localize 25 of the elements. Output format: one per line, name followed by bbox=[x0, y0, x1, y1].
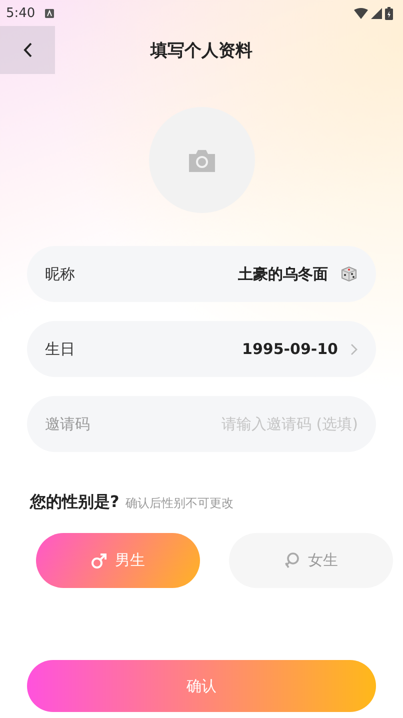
profile-row[interactable]: 生日 1995-09-10 bbox=[27, 321, 376, 377]
status-time: 5:40 bbox=[6, 6, 36, 20]
back-button[interactable] bbox=[0, 26, 55, 74]
camera-icon bbox=[186, 148, 216, 172]
field-label: 邀请码 bbox=[45, 414, 90, 434]
female-symbol-icon bbox=[284, 552, 300, 569]
gender-question: 您的性别是? bbox=[30, 492, 120, 513]
dice-icon[interactable] bbox=[340, 265, 358, 283]
male-symbol-icon bbox=[91, 552, 107, 568]
wifi-icon bbox=[354, 8, 368, 18]
field-label: 昵称 bbox=[45, 264, 75, 284]
gender-option[interactable]: 男生 bbox=[36, 533, 200, 588]
back-icon bbox=[22, 42, 32, 58]
signal-icon bbox=[371, 8, 382, 18]
notification-icon bbox=[45, 8, 54, 18]
page-title: 填写个人资料 bbox=[150, 40, 252, 60]
field-label: 生日 bbox=[45, 340, 75, 358]
confirm-button[interactable]: 确认 bbox=[27, 660, 376, 712]
gender-option[interactable]: 女生 bbox=[229, 533, 393, 588]
battery-icon bbox=[385, 6, 393, 20]
field-value: 土豪的乌冬面 bbox=[238, 264, 328, 284]
gender-hint: 确认后性别不可更改 bbox=[125, 495, 234, 512]
chevron-right-icon bbox=[350, 342, 358, 356]
profile-row[interactable]: 昵称 土豪的乌冬面 bbox=[27, 246, 376, 302]
field-value: 1995-09-10 bbox=[242, 340, 338, 358]
